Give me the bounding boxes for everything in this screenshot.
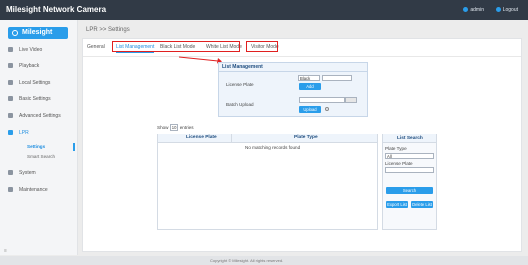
highlight-box-modes xyxy=(112,41,240,52)
playback-icon xyxy=(8,63,13,68)
sidebar-item-system[interactable]: System xyxy=(0,166,78,180)
gear-icon xyxy=(8,96,13,101)
sidebar-item-maintenance[interactable]: Maintenance xyxy=(0,183,78,197)
user-name: admin xyxy=(470,7,484,13)
sliders-icon xyxy=(8,113,13,118)
show-label: Show xyxy=(157,125,169,130)
add-button[interactable]: Add xyxy=(299,83,321,90)
empty-table-message: No matching records found xyxy=(245,145,301,150)
list-search-title: List Search xyxy=(397,136,423,141)
sidebar-subitem-smart-search[interactable]: Smart Search xyxy=(27,154,55,159)
highlight-box-visitor xyxy=(246,41,278,52)
batch-upload-label: Batch Upload xyxy=(226,102,254,107)
sidebar-item-advanced-settings[interactable]: Advanced Settings xyxy=(0,109,78,123)
tab-general[interactable]: General xyxy=(87,44,105,50)
search-plate-input[interactable] xyxy=(385,167,434,173)
logo-text: Milesight xyxy=(22,29,53,36)
copyright: Copyright © Milesight. All rights reserv… xyxy=(210,258,284,263)
system-icon xyxy=(8,170,13,175)
batch-file-input[interactable] xyxy=(299,97,345,103)
entries-label: entries xyxy=(179,125,194,130)
sidebar-item-label: LPR xyxy=(19,130,29,136)
lpr-icon xyxy=(8,130,13,135)
annotation-arrow xyxy=(178,56,222,64)
sidebar-item-lpr[interactable]: LPR xyxy=(0,126,78,140)
export-list-button[interactable]: Export List xyxy=(386,201,408,208)
milesight-logo: Milesight xyxy=(8,27,68,39)
logout-label: Logout xyxy=(502,7,518,13)
delete-list-button[interactable]: Delete List xyxy=(411,201,433,208)
logout-link[interactable]: Logout xyxy=(495,7,518,13)
divider xyxy=(219,71,367,72)
license-plate-input[interactable] xyxy=(322,75,352,81)
user-icon xyxy=(463,7,469,13)
wrench-icon xyxy=(8,187,13,192)
sidebar-item-label: Maintenance xyxy=(19,187,48,193)
sidebar-item-label: Live Video xyxy=(19,47,43,53)
plate-type-label: Plate Type xyxy=(385,146,407,151)
sidebar-item-basic-settings[interactable]: Basic Settings xyxy=(0,92,78,106)
sidebar-item-label: Local Settings xyxy=(19,80,51,86)
logo-mark-icon xyxy=(12,30,18,36)
monitor-icon xyxy=(8,80,13,85)
upload-button[interactable]: Upload xyxy=(299,106,321,113)
list-type-select[interactable]: Black xyxy=(298,75,320,81)
browse-button[interactable] xyxy=(345,97,357,103)
entries-select[interactable]: 10 xyxy=(169,124,179,131)
search-button[interactable]: Search xyxy=(386,187,433,194)
breadcrumb: LPR >> Settings xyxy=(86,27,130,33)
user-menu[interactable]: admin xyxy=(463,7,484,13)
column-license-plate[interactable]: License Plate xyxy=(186,135,217,140)
sidebar-subitem-settings[interactable]: Settings xyxy=(27,144,45,149)
search-plate-label: License Plate xyxy=(385,161,413,166)
active-indicator xyxy=(73,143,75,151)
column-plate-type[interactable]: Plate Type xyxy=(294,135,318,140)
power-icon xyxy=(495,7,501,13)
tabs-divider xyxy=(83,56,521,57)
plate-type-select[interactable]: All xyxy=(385,153,434,159)
sidebar-item-local-settings[interactable]: Local Settings xyxy=(0,76,78,90)
sidebar-item-live-video[interactable]: Live Video xyxy=(0,43,78,57)
sidebar-item-label: Basic Settings xyxy=(19,96,51,102)
collapse-sidebar-icon[interactable]: ≡ xyxy=(4,248,7,254)
app-title: Milesight Network Camera xyxy=(6,5,107,14)
sidebar-item-label: System xyxy=(19,170,36,176)
column-divider xyxy=(231,134,232,143)
list-management-title: List Management xyxy=(222,64,263,70)
sidebar-item-playback[interactable]: Playback xyxy=(0,59,78,73)
show-entries: Show 10 entries xyxy=(157,124,194,131)
video-icon xyxy=(8,47,13,52)
license-plate-label: License Plate xyxy=(226,82,254,87)
sidebar-item-label: Advanced Settings xyxy=(19,113,61,119)
sidebar-item-label: Playback xyxy=(19,63,40,69)
help-icon[interactable] xyxy=(325,107,329,111)
